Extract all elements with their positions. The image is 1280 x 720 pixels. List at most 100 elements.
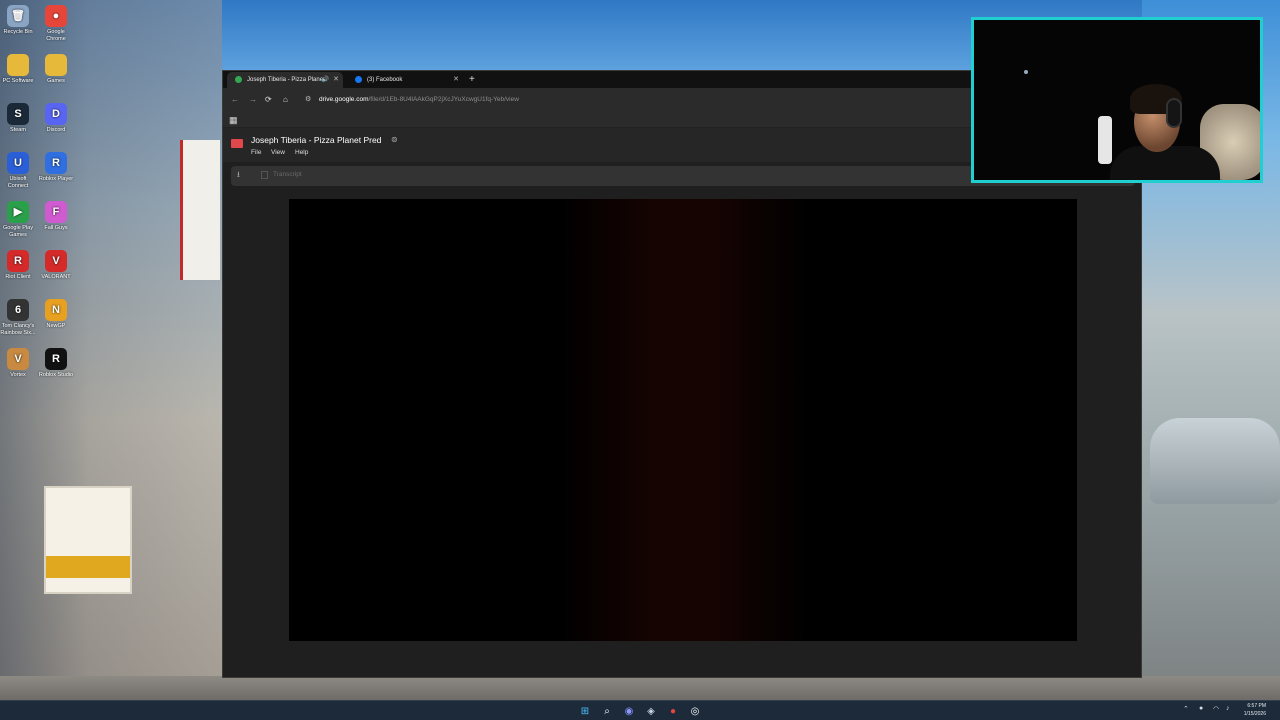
desktop-icon-glyph-icon: U xyxy=(7,152,29,174)
desktop-icon-label: Google Play Games xyxy=(3,225,33,238)
facebook-favicon-icon xyxy=(355,76,362,83)
taskbar: ⊞ ⌕ ◉ ◈ ● ◎ ⌃ ● ◠ ♪ 6:57 PM 1/15/2026 xyxy=(0,700,1280,720)
speaker-icon[interactable]: 🔊 xyxy=(322,72,329,88)
headphones-icon xyxy=(1166,98,1182,128)
menu-view[interactable]: View xyxy=(271,149,285,156)
forward-icon[interactable]: → xyxy=(249,93,257,107)
desktop-icon[interactable]: ● Google Chrome xyxy=(38,5,74,43)
volume-icon[interactable]: ♪ xyxy=(1226,705,1230,712)
desktop-icon[interactable]: PC Software xyxy=(0,54,36,85)
start-button-icon[interactable]: ⊞ xyxy=(577,703,593,719)
desktop-icon[interactable]: R Roblox Player xyxy=(38,152,74,183)
wallpaper-shop-sign xyxy=(180,140,220,280)
tab-title: (3) Facebook xyxy=(367,77,403,83)
menu-help[interactable]: Help xyxy=(295,149,308,156)
desktop-icon-glyph-icon: N xyxy=(45,299,67,321)
desktop-icon-label: Tom Clancy's Rainbow Six... xyxy=(0,323,36,336)
desktop-icon-glyph-icon: 🗑 xyxy=(7,5,29,27)
transcript-button[interactable]: Transcript xyxy=(273,171,302,178)
desktop-icon-glyph-icon: R xyxy=(45,348,67,370)
desktop-icon[interactable]: V VALORANT xyxy=(38,250,74,281)
background-light xyxy=(1024,70,1028,74)
desktop-icon-label: Steam xyxy=(10,127,26,133)
url-path: /file/d/1Eb-8U4lAAkGqP2jXcJYuXcwgU1fq-Ye… xyxy=(368,96,519,103)
desktop-icon[interactable]: N NewGP xyxy=(38,299,74,330)
network-icon[interactable]: ◠ xyxy=(1213,705,1219,713)
clock[interactable]: 6:57 PM 1/15/2026 xyxy=(1244,702,1266,718)
wallpaper-street xyxy=(0,676,1280,700)
url-host: drive.google.com xyxy=(319,96,369,103)
wallpaper-poster xyxy=(44,486,132,594)
video-frame xyxy=(559,199,809,641)
desktop-icon-label: PC Software xyxy=(2,78,34,84)
new-tab-button[interactable]: + xyxy=(469,71,475,88)
desktop-icon-glyph-icon: R xyxy=(7,250,29,272)
microphone-tray-icon[interactable]: ● xyxy=(1199,705,1203,712)
desktop-icon-label: Roblox Player xyxy=(38,176,74,182)
desktop-icon[interactable]: 6 Tom Clancy's Rainbow Six... xyxy=(0,299,36,337)
back-icon[interactable]: ← xyxy=(231,93,239,107)
desktop-icon[interactable]: V Vortex xyxy=(0,348,36,379)
home-icon[interactable]: ⌂ xyxy=(283,93,288,107)
desktop-icon-label: Google Chrome xyxy=(46,29,66,42)
site-settings-icon[interactable]: ⚙ xyxy=(305,92,311,108)
tray-overflow-icon[interactable]: ⌃ xyxy=(1183,705,1189,713)
desktop-icon-glyph-icon: 6 xyxy=(7,299,29,321)
desktop-icon-glyph-icon: V xyxy=(7,348,29,370)
tab-drive-video[interactable]: Joseph Tiberia - Pizza Plane 🔊 ✕ xyxy=(227,72,343,88)
microphone xyxy=(1098,116,1112,164)
video-file-icon xyxy=(231,139,243,148)
desktop-icon-glyph-icon: F xyxy=(45,201,67,223)
reload-icon[interactable]: ⟳ xyxy=(265,93,272,107)
discord-taskbar-icon[interactable]: ◉ xyxy=(621,703,637,719)
desktop-icon-label: NewGP xyxy=(46,323,66,329)
webcam-overlay xyxy=(971,17,1263,183)
desktop-icon-glyph-icon: V xyxy=(45,250,67,272)
streamer-shirt xyxy=(1110,146,1220,180)
desktop-icon[interactable]: R Riot Client xyxy=(0,250,36,281)
drive-favicon-icon xyxy=(235,76,242,83)
shared-icon: ⊚ xyxy=(391,135,398,144)
desktop-icon-glyph-icon: ● xyxy=(45,5,67,27)
desktop-icon[interactable]: 🗑 Recycle Bin xyxy=(0,5,36,36)
desktop-icon-label: Discord xyxy=(46,127,66,133)
search-icon[interactable]: ⌕ xyxy=(599,703,615,719)
desktop-icon-glyph-icon: R xyxy=(45,152,67,174)
wallpaper-car xyxy=(1150,418,1280,504)
desktop-icon-label: Fall Guys xyxy=(44,225,68,231)
clock-date: 1/15/2026 xyxy=(1243,711,1266,717)
download-icon[interactable]: ⭳ xyxy=(237,169,240,183)
desktop-icon[interactable]: R Roblox Studio xyxy=(38,348,74,379)
desktop-icon[interactable]: F Fall Guys xyxy=(38,201,74,232)
desktop-icon-glyph-icon xyxy=(7,54,29,76)
chrome-taskbar-icon[interactable]: ● xyxy=(665,703,681,719)
desktop-icon[interactable]: S Steam xyxy=(0,103,36,134)
close-tab-icon[interactable]: ✕ xyxy=(453,72,459,88)
desktop-icon[interactable]: ▶ Google Play Games xyxy=(0,201,36,239)
clock-time: 6:57 PM xyxy=(1247,703,1266,709)
close-tab-icon[interactable]: ✕ xyxy=(333,72,339,88)
desktop-icon-glyph-icon: ▶ xyxy=(7,201,29,223)
transcript-icon xyxy=(261,171,268,179)
desktop-icon-label: Vortex xyxy=(10,372,26,378)
desktop-icon-glyph-icon: S xyxy=(7,103,29,125)
obs-taskbar-icon[interactable]: ◎ xyxy=(687,703,703,719)
desktop-icon-label: Roblox Studio xyxy=(38,372,74,378)
document-title: Joseph Tiberia - Pizza Planet Pred xyxy=(251,135,382,145)
desktop-icon-label: Recycle Bin xyxy=(3,29,33,35)
video-player[interactable] xyxy=(289,199,1077,641)
desktop-icon-label: Riot Client xyxy=(5,274,31,280)
desktop-icon-glyph-icon xyxy=(45,54,67,76)
desktop-icon-glyph-icon: D xyxy=(45,103,67,125)
desktop-icon[interactable]: U Ubisoft Connect xyxy=(0,152,36,190)
desktop-icon-label: VALORANT xyxy=(41,274,71,280)
desktop-icon-label: Games xyxy=(47,78,65,84)
apps-grid-icon[interactable]: ▦ xyxy=(229,115,238,125)
steam-taskbar-icon[interactable]: ◈ xyxy=(643,703,659,719)
tab-facebook[interactable]: (3) Facebook ✕ xyxy=(347,72,463,88)
desktop-icon-label: Ubisoft Connect xyxy=(7,176,29,189)
tab-title: Joseph Tiberia - Pizza Plane xyxy=(247,77,324,83)
menu-file[interactable]: File xyxy=(251,149,261,156)
desktop-icon[interactable]: D Discord xyxy=(38,103,74,134)
desktop-icon[interactable]: Games xyxy=(38,54,74,85)
